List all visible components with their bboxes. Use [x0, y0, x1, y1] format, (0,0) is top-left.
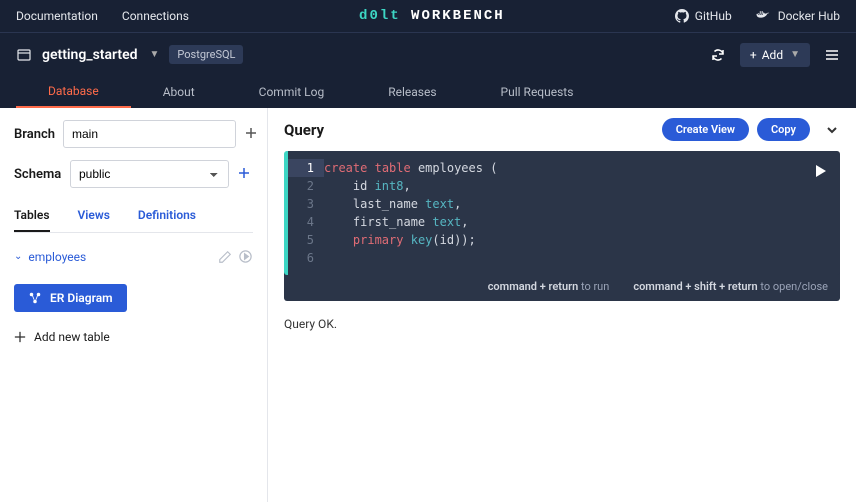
tab-commit-log[interactable]: Commit Log	[227, 76, 357, 108]
add-table-button[interactable]: Add new table	[14, 330, 253, 344]
schema-label: Schema	[14, 167, 62, 182]
chevron-down-icon	[824, 122, 840, 138]
topbar-left: Documentation Connections	[16, 9, 189, 23]
edit-table-button[interactable]	[218, 250, 232, 264]
sidebar-tab-definitions[interactable]: Definitions	[138, 200, 196, 232]
topbar-right: GitHub Docker Hub	[675, 9, 840, 23]
subbar: getting_started ▼ PostgreSQL + Add ▼	[0, 32, 856, 76]
expand-icon[interactable]: ⌄	[14, 251, 22, 262]
logo: d0lt WORKBENCH	[189, 8, 675, 24]
refresh-icon	[710, 47, 726, 63]
topbar: Documentation Connections d0lt WORKBENCH…	[0, 0, 856, 32]
editor-hints: command + return to run command + shift …	[284, 272, 840, 301]
tab-pull-requests[interactable]: Pull Requests	[469, 76, 606, 108]
branch-input[interactable]	[63, 120, 236, 148]
schema-select[interactable]: public	[70, 160, 229, 188]
menu-icon	[824, 47, 840, 63]
sidebar-tab-tables[interactable]: Tables	[14, 200, 50, 232]
run-query-button[interactable]	[812, 163, 828, 179]
collapse-button[interactable]	[824, 122, 840, 138]
nav-tabs: Database About Commit Log Releases Pull …	[0, 76, 856, 108]
github-icon	[675, 9, 689, 23]
er-diagram-button[interactable]: ER Diagram	[14, 284, 127, 312]
copy-button[interactable]: Copy	[757, 118, 810, 141]
refresh-button[interactable]	[710, 47, 726, 63]
diagram-icon	[28, 291, 42, 305]
sidebar-tab-views[interactable]: Views	[78, 200, 110, 232]
query-header: Query Create View Copy	[268, 108, 856, 151]
docker-icon	[756, 10, 772, 22]
add-branch-button[interactable]	[244, 126, 258, 142]
plus-icon	[14, 331, 26, 343]
sidebar-tabs: Tables Views Definitions	[14, 200, 253, 233]
chevron-down-icon: ▼	[790, 49, 800, 60]
nav-connections[interactable]: Connections	[122, 9, 189, 23]
tab-database[interactable]: Database	[16, 76, 131, 108]
query-title: Query	[284, 121, 654, 139]
sql-editor[interactable]: 123456 create table employees ( id int8,…	[284, 151, 840, 275]
query-result: Query OK.	[268, 301, 856, 347]
docker-link[interactable]: Docker Hub	[756, 9, 840, 23]
tab-releases[interactable]: Releases	[356, 76, 468, 108]
run-table-button[interactable]	[238, 249, 253, 264]
chevron-down-icon: ▼	[150, 49, 160, 60]
menu-button[interactable]	[824, 47, 840, 63]
add-button[interactable]: + Add ▼	[740, 43, 810, 67]
table-link[interactable]: employees	[28, 250, 212, 264]
plus-icon: +	[750, 48, 757, 62]
table-row: ⌄ employees	[14, 243, 253, 270]
content: Query Create View Copy 123456 create tab…	[268, 108, 856, 502]
play-icon	[812, 163, 828, 179]
database-icon	[16, 47, 32, 63]
main: Branch Schema public Tables Views Defini…	[0, 108, 856, 502]
github-link[interactable]: GitHub	[675, 9, 732, 23]
add-schema-button[interactable]	[237, 166, 253, 182]
nav-documentation[interactable]: Documentation	[16, 9, 98, 23]
play-circle-icon	[238, 249, 253, 264]
db-type-badge: PostgreSQL	[169, 45, 243, 64]
create-view-button[interactable]: Create View	[662, 118, 749, 141]
gutter: 123456	[288, 159, 324, 267]
branch-label: Branch	[14, 127, 55, 142]
code[interactable]: create table employees ( id int8, last_n…	[324, 159, 840, 267]
tab-about[interactable]: About	[131, 76, 227, 108]
database-selector[interactable]: getting_started ▼	[16, 47, 159, 63]
plus-icon	[237, 166, 251, 180]
plus-icon	[244, 126, 258, 140]
sidebar: Branch Schema public Tables Views Defini…	[0, 108, 268, 502]
pencil-icon	[218, 250, 232, 264]
